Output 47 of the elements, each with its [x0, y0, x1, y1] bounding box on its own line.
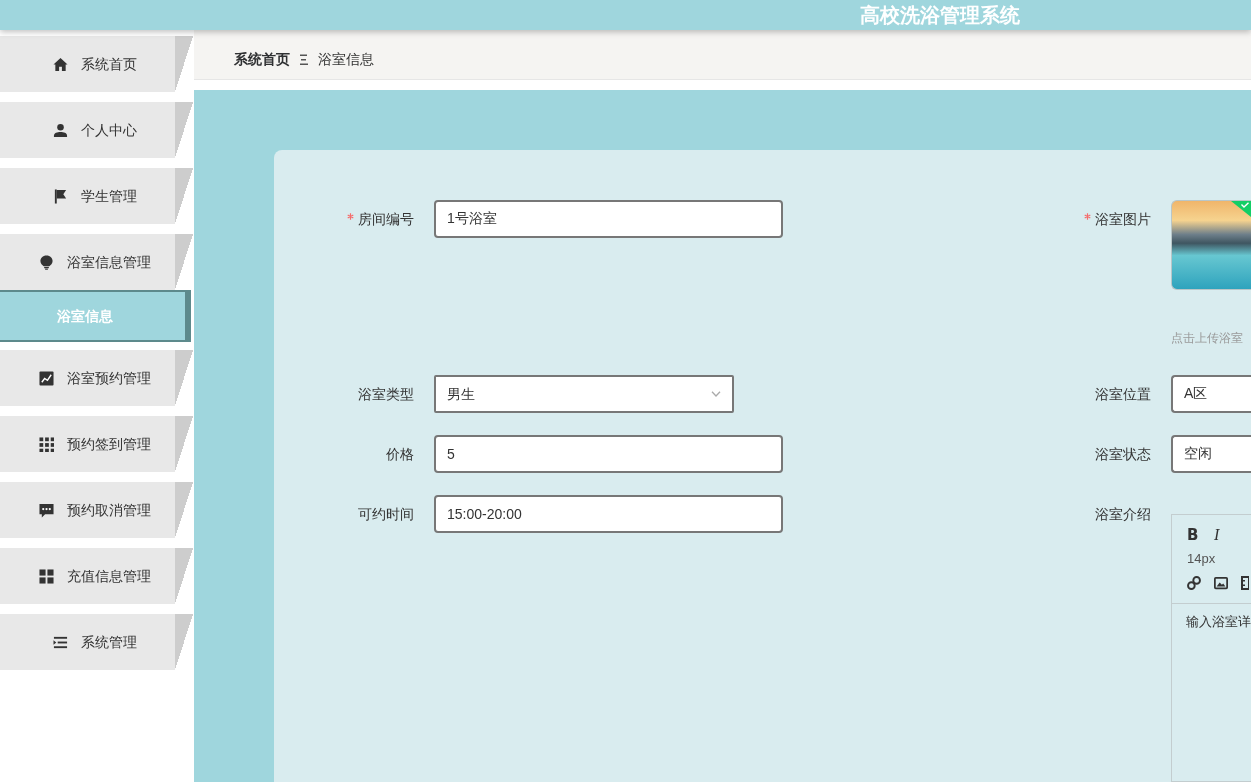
app-title: 高校洗浴管理系统: [860, 3, 1020, 28]
select-field[interactable]: 男生: [434, 375, 734, 413]
sidebar-item[interactable]: 预约取消管理: [0, 482, 193, 538]
bulb-icon: [39, 254, 54, 270]
separator-icon: [300, 54, 308, 65]
sidebar-item[interactable]: 系统管理: [0, 614, 193, 670]
input-field[interactable]: A区: [1171, 375, 1251, 413]
field-label: 浴室图片: [1095, 211, 1151, 227]
italic-button[interactable]: I: [1214, 527, 1228, 543]
field-label: 可约时间: [358, 506, 414, 522]
breadcrumb-link[interactable]: 系统首页: [234, 49, 290, 70]
sidebar-item[interactable]: 系统首页: [0, 36, 193, 92]
field-label: 浴室位置: [1095, 386, 1151, 402]
field-label: 浴室状态: [1095, 446, 1151, 462]
list-icon: [53, 634, 68, 650]
photo-placeholder[interactable]: [1171, 200, 1251, 290]
editor-field[interactable]: 输入浴室详: [1172, 604, 1251, 781]
chat-icon: [39, 502, 54, 518]
field-label: 浴室介绍: [1095, 506, 1151, 522]
input-field[interactable]: 空闲: [1171, 435, 1251, 473]
field-label: 房间编号: [358, 211, 414, 227]
upload-hint: 点击上传浴室: [1171, 330, 1244, 346]
sidebar-item[interactable]: 学生管理: [0, 168, 193, 224]
field-label: 价格: [386, 446, 414, 462]
chart-icon: [39, 370, 54, 386]
link-icon: [1187, 576, 1201, 590]
user-icon: [53, 122, 68, 138]
home-icon: [53, 56, 68, 72]
breadcrumb-current: 浴室信息: [318, 50, 374, 69]
image-icon: [1214, 576, 1228, 590]
field-label: 浴室类型: [358, 386, 414, 402]
sidebar-item[interactable]: 充值信息管理: [0, 548, 193, 604]
input-field[interactable]: 1号浴室: [434, 200, 783, 238]
sidebar-item[interactable]: 个人中心: [0, 102, 193, 158]
bold-button[interactable]: B: [1187, 527, 1201, 543]
caret-icon: [711, 391, 721, 397]
grid-icon: [39, 436, 54, 452]
sidebar-item[interactable]: 浴室信息管理: [0, 234, 193, 290]
sidebar-item[interactable]: 预约签到管理: [0, 416, 193, 472]
input-field[interactable]: 5: [434, 435, 783, 473]
input-field[interactable]: 15:00-20:00: [434, 495, 783, 533]
film-icon: [1241, 576, 1249, 590]
rich-text-editor[interactable]: B I 14px 输入浴室详: [1171, 514, 1251, 782]
sidebar-item[interactable]: 浴室预约管理: [0, 350, 193, 406]
flag-icon: [53, 188, 68, 204]
font-size-button[interactable]: 14px: [1187, 549, 1216, 569]
squares-icon: [39, 568, 54, 584]
